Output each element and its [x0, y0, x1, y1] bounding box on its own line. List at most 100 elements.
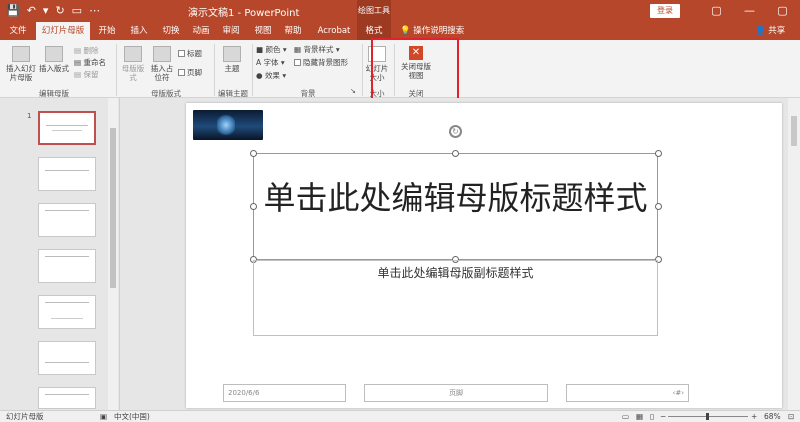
thumbnail-master[interactable]	[38, 111, 96, 145]
tab-acrobat[interactable]: Acrobat	[314, 22, 354, 40]
normal-view-icon[interactable]: ▭	[622, 411, 629, 422]
thumbnail-layout[interactable]	[38, 157, 96, 191]
tab-view[interactable]: 视图	[250, 22, 276, 40]
themes-button[interactable]: 主题	[218, 46, 246, 73]
document-title: 演示文稿1 - PowerPoint	[188, 8, 300, 19]
ribbon-options-icon[interactable]: ▢	[700, 2, 733, 20]
resize-handle[interactable]	[250, 150, 257, 157]
resize-handle[interactable]	[250, 203, 257, 210]
dropdown-icon: ▾	[279, 71, 287, 80]
preserve-label: 保留	[83, 70, 99, 79]
thumbnail-layout[interactable]	[38, 387, 96, 409]
effects-label: 效果	[264, 71, 280, 80]
tab-help[interactable]: 帮助	[280, 22, 306, 40]
background-styles-button[interactable]: ▦ 背景样式 ▾	[294, 44, 340, 55]
dialog-launcher-icon[interactable]: ↘	[350, 86, 356, 97]
resize-handle[interactable]	[452, 150, 459, 157]
insert-slide-master-button[interactable]: 插入幻灯片母版	[4, 46, 38, 82]
rotate-handle-icon[interactable]: ↻	[449, 125, 462, 138]
tab-file[interactable]: 文件	[5, 22, 31, 40]
zoom-level[interactable]: 68%	[764, 411, 781, 422]
preserve-button[interactable]: ▤ 保留	[74, 69, 98, 80]
tab-animations[interactable]: 动画	[188, 22, 214, 40]
thumbnail-line	[45, 302, 89, 303]
present-icon[interactable]: ▭	[72, 3, 82, 19]
master-layout-label: 母版版式	[121, 64, 145, 82]
tab-insert[interactable]: 插入	[126, 22, 152, 40]
thumbnail-layout[interactable]	[38, 249, 96, 283]
dropdown-icon: ▾	[278, 58, 285, 67]
thumbnail-layout[interactable]	[38, 203, 96, 237]
scrollbar-thumb[interactable]	[791, 116, 797, 146]
zoom-out-icon[interactable]: −	[660, 411, 666, 422]
slide-subtitle-text[interactable]: 单击此处编辑母版副标题样式	[253, 264, 658, 281]
share-button[interactable]: 👤 共享	[755, 22, 785, 40]
thumbnail-scrollbar[interactable]	[108, 98, 118, 410]
resize-handle[interactable]	[655, 203, 662, 210]
delete-button[interactable]: ▤ 删除	[74, 45, 98, 56]
title-checkbox-label: 标题	[187, 49, 202, 58]
background-styles-label: 背景样式	[303, 45, 334, 54]
login-button[interactable]: 登录	[650, 4, 680, 18]
hide-background-checkbox[interactable]: 隐藏背景图形	[294, 57, 348, 68]
title-bar: 💾 ↶ ▾ ↻ ▭ ⋯ 演示文稿1 - PowerPoint 绘图工具 登录 ▢…	[0, 0, 800, 22]
lightbulb-icon: 💡	[400, 26, 414, 36]
insert-layout-button[interactable]: 插入版式	[38, 46, 70, 73]
proofing-icon[interactable]: ▣	[100, 411, 107, 422]
tab-review[interactable]: 审阅	[218, 22, 244, 40]
maximize-icon[interactable]: ▢	[766, 2, 799, 20]
thumbnail-line	[45, 170, 89, 171]
effects-button[interactable]: ● 效果 ▾	[256, 70, 286, 81]
dropdown-icon: ▾	[333, 45, 340, 54]
thumbnail-line	[45, 256, 89, 257]
thumbnail-layout[interactable]	[38, 295, 96, 329]
tab-transitions[interactable]: 切换	[158, 22, 184, 40]
scrollbar-thumb[interactable]	[110, 128, 116, 288]
language-indicator[interactable]: 中文(中国)	[114, 411, 150, 422]
resize-handle[interactable]	[655, 150, 662, 157]
thumbnail-line	[45, 394, 89, 395]
zoom-slider-thumb[interactable]	[706, 413, 709, 420]
insert-placeholder-label: 插入占位符	[150, 64, 174, 82]
checkbox-icon	[294, 59, 301, 66]
customize-qat-icon[interactable]: ⋯	[89, 3, 100, 19]
thumbnail-line	[46, 125, 88, 126]
share-label: 共享	[768, 26, 786, 36]
tab-home[interactable]: 开始	[94, 22, 120, 40]
tab-slide-master[interactable]: 幻灯片母版	[36, 22, 90, 40]
fonts-button[interactable]: A 字体 ▾	[256, 57, 285, 68]
thumbnail-line	[52, 130, 82, 131]
logo-image[interactable]	[193, 110, 263, 140]
slide-title-text[interactable]: 单击此处编辑母版标题样式	[258, 180, 653, 217]
thumbnail-line	[45, 210, 89, 211]
redo-icon[interactable]: ↻	[55, 3, 64, 19]
minimize-icon[interactable]: —	[733, 2, 766, 20]
effects-icon: ●	[256, 71, 265, 80]
undo-icon[interactable]: ↶	[27, 3, 36, 19]
rename-button[interactable]: ▤ 重命名	[74, 57, 106, 68]
drawing-tools-label: 绘图工具	[357, 0, 391, 22]
window-controls: ▢ — ▢ ✕	[700, 2, 800, 20]
fit-slide-icon[interactable]: ⊡	[788, 411, 794, 422]
checkbox-icon	[178, 69, 185, 76]
thumbnail-layout[interactable]	[38, 341, 96, 375]
footer-placeholder[interactable]: 页脚	[364, 384, 548, 402]
slide-sorter-icon[interactable]: ▦	[636, 411, 643, 422]
title-checkbox[interactable]: 标题	[178, 48, 202, 59]
canvas-scrollbar[interactable]	[788, 98, 800, 410]
master-layout-button[interactable]: 母版版式	[120, 46, 146, 82]
undo-dropdown-icon[interactable]: ▾	[43, 3, 49, 19]
footer-checkbox[interactable]: 页脚	[178, 67, 202, 78]
fonts-label: 字体	[263, 58, 279, 67]
image-highlight	[217, 114, 235, 136]
colors-button[interactable]: ■ 颜色 ▾	[256, 44, 287, 55]
zoom-in-icon[interactable]: +	[751, 411, 757, 422]
save-icon[interactable]: 💾	[6, 3, 20, 19]
insert-placeholder-button[interactable]: 插入占位符	[148, 46, 176, 82]
date-placeholder[interactable]: 2020/6/6	[223, 384, 346, 402]
master-layout-icon	[124, 46, 142, 62]
slide-number-placeholder[interactable]: ‹#›	[566, 384, 689, 402]
rename-label: 重命名	[83, 58, 106, 67]
themes-icon	[223, 46, 241, 62]
reading-view-icon[interactable]: ▯	[650, 411, 654, 422]
